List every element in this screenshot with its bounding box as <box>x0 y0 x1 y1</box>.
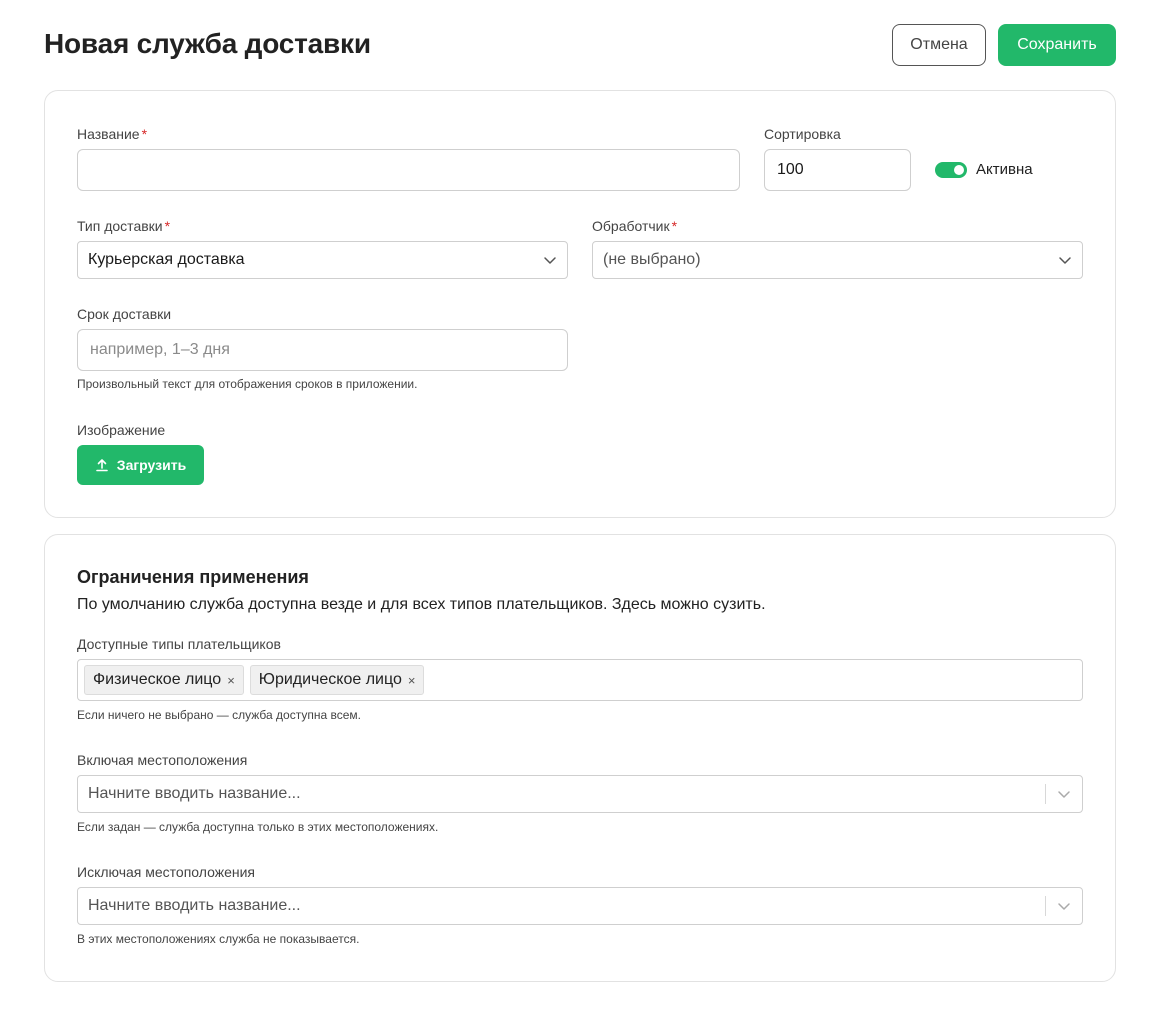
payer-type-chip: Юридическое лицо × <box>249 665 425 695</box>
remove-chip-icon[interactable]: × <box>225 673 237 688</box>
name-field[interactable] <box>77 149 740 191</box>
chevron-down-icon <box>544 257 556 264</box>
chip-label: Физическое лицо <box>93 671 222 688</box>
include-locations-placeholder: Начните вводить название... <box>88 785 301 802</box>
upload-button-label: Загрузить <box>116 457 187 473</box>
required-mark: * <box>141 126 148 142</box>
chevron-down-icon <box>1059 257 1071 264</box>
section-description: По умолчанию служба доступна везде и для… <box>77 596 766 613</box>
page-title: Новая служба доставки <box>44 28 371 59</box>
required-mark: * <box>164 218 171 234</box>
handler-label: Обработчик * <box>592 218 678 234</box>
save-button[interactable]: Сохранить <box>998 24 1116 66</box>
include-locations-hint: Если задан — служба доступна только в эт… <box>77 820 439 834</box>
delivery-time-hint: Произвольный текст для отображения сроко… <box>77 377 418 391</box>
main-settings-card: Название* Сортировка Активна Тип доставк… <box>44 90 1116 518</box>
section-title: Ограничения применения <box>77 567 309 587</box>
required-mark: * <box>671 218 678 234</box>
name-label: Название * <box>77 126 148 142</box>
sort-field[interactable] <box>764 149 911 191</box>
delivery-time-field[interactable] <box>77 329 568 371</box>
active-toggle[interactable] <box>935 162 967 178</box>
delivery-type-label: Тип доставки * <box>77 218 171 234</box>
exclude-locations-hint: В этих местоположениях служба не показыв… <box>77 932 360 946</box>
exclude-locations-label: Исключая местоположения <box>77 864 256 880</box>
image-label: Изображение <box>77 422 166 438</box>
payer-types-multiselect[interactable]: Физическое лицо × Юридическое лицо × <box>77 659 1083 701</box>
payer-types-label: Доступные типы плательщиков <box>77 636 281 652</box>
chip-label: Юридическое лицо <box>258 671 402 688</box>
exclude-locations-combobox[interactable]: Начните вводить название... <box>77 887 1083 925</box>
chevron-down-icon <box>1058 791 1070 798</box>
exclude-locations-placeholder: Начните вводить название... <box>88 897 301 914</box>
payer-types-hint: Если ничего не выбрано — служба доступна… <box>77 708 361 722</box>
include-locations-label: Включая местоположения <box>77 752 248 768</box>
include-locations-combobox[interactable]: Начните вводить название... <box>77 775 1083 813</box>
upload-button[interactable]: Загрузить <box>77 445 204 485</box>
delivery-type-value: Курьерская доставка <box>88 251 245 268</box>
limits-card: Ограничения применения По умолчанию служ… <box>44 534 1116 982</box>
chevron-down-icon <box>1058 903 1070 910</box>
handler-value: (не выбрано) <box>603 251 701 268</box>
payer-type-chip: Физическое лицо × <box>84 665 244 695</box>
upload-icon <box>95 459 108 472</box>
delivery-time-label: Срок доставки <box>77 306 172 322</box>
active-toggle-label: Активна <box>976 161 1033 178</box>
cancel-button[interactable]: Отмена <box>892 24 986 66</box>
exclude-locations-dropdown-toggle[interactable] <box>1046 899 1082 913</box>
remove-chip-icon[interactable]: × <box>406 673 418 688</box>
delivery-type-select[interactable]: Курьерская доставка <box>77 241 568 279</box>
sort-label: Сортировка <box>764 126 841 142</box>
include-locations-dropdown-toggle[interactable] <box>1046 787 1082 801</box>
handler-select[interactable]: (не выбрано) <box>592 241 1083 279</box>
